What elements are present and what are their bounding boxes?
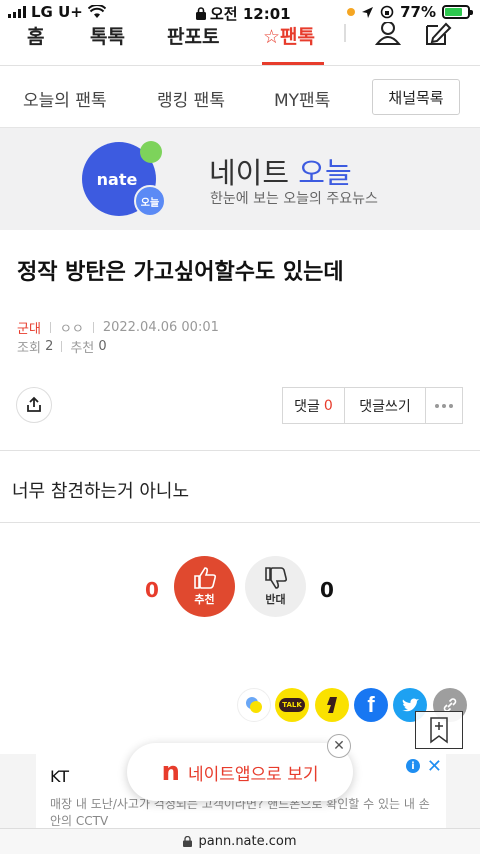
kakao-talk-icon: TALK (279, 698, 305, 712)
article-date: 2022.04.06 00:01 (102, 320, 219, 335)
lock-icon (183, 836, 193, 847)
rotation-lock-icon (380, 5, 394, 19)
comma-icon (327, 697, 337, 713)
comment-actions: 댓글 0 댓글쓰기 (282, 387, 463, 424)
write-icon[interactable] (424, 22, 452, 46)
carrier-label: LG U+ (31, 3, 83, 21)
share-button[interactable] (16, 387, 52, 423)
article-category[interactable]: 군대 (17, 318, 41, 337)
logo-today-badge: 오늘 (134, 185, 166, 217)
kakao-talk-share-button[interactable]: TALK (275, 688, 309, 722)
facebook-share-button[interactable]: f (354, 688, 388, 722)
banner-subtitle: 한눈에 보는 오늘의 주요뉴스 (210, 191, 378, 207)
nav-divider (344, 24, 346, 42)
thumbs-up-icon (193, 567, 216, 589)
article-title: 정작 방탄은 가고싶어할수도 있는데 (17, 260, 344, 285)
article-stats: 조회 2 추천 0 (17, 337, 107, 356)
article-meta: 군대 ㅇㅇ 2022.04.06 00:01 (17, 318, 219, 337)
article-body: 너무 참견하는거 아니노 (12, 481, 190, 502)
bookmark-plus-icon (430, 717, 448, 744)
url-text: pann.nate.com (198, 834, 297, 849)
comment-count: 0 (323, 397, 333, 414)
views-count: 2 (45, 339, 54, 354)
channel-list-button[interactable]: 채널목록 (372, 79, 460, 115)
comments-button[interactable]: 댓글 0 (283, 388, 345, 423)
downvote-label: 반대 (265, 593, 286, 606)
thumbs-down-icon (264, 567, 287, 589)
privacy-indicator-icon (347, 8, 356, 16)
bookmark-add-button[interactable] (415, 711, 463, 749)
tab-home[interactable]: 홈 (27, 22, 44, 49)
upvote-button[interactable]: 추천 (174, 556, 235, 617)
battery-percent: 77% (400, 3, 436, 21)
logo-green-dot (140, 141, 162, 163)
divider (0, 450, 480, 451)
main-nav: 홈 톡톡 판포토 ☆팬톡 (0, 22, 480, 66)
status-bar: LG U+ 오전 12:01 77% (0, 0, 480, 24)
subnav-my-fantalk[interactable]: MY팬톡 (274, 86, 330, 111)
upvote-count: 0 (145, 578, 159, 602)
more-icon (435, 403, 453, 408)
nate-today-logo: nate 오늘 (82, 140, 168, 218)
kakao-page-share-button[interactable] (315, 688, 349, 722)
ad-close-icon[interactable]: ✕ (427, 756, 442, 777)
recommend-count: 0 (98, 339, 107, 354)
subnav-today-fantalk[interactable]: 오늘의 팬톡 (23, 86, 107, 111)
close-app-banner-icon[interactable]: ✕ (327, 734, 351, 758)
signal-icon (8, 6, 26, 18)
ad-title: KT (50, 767, 70, 786)
article-author: ㅇㅇ (59, 322, 84, 337)
divider (0, 522, 480, 523)
open-in-app-button[interactable]: n 네이트앱으로 보기 (127, 743, 353, 801)
subnav-ranking-fantalk[interactable]: 랭킹 팬톡 (157, 86, 225, 111)
banner-title: 네이트 오늘 (209, 156, 352, 190)
downvote-count: 0 (320, 578, 334, 602)
upvote-label: 추천 (194, 593, 215, 606)
lock-icon (196, 7, 206, 20)
kakao-story-share-button[interactable] (237, 688, 271, 722)
write-comment-button[interactable]: 댓글쓰기 (345, 388, 426, 423)
downvote-button[interactable]: 반대 (245, 556, 306, 617)
sub-nav: 오늘의 팬톡 랭킹 팬톡 MY팬톡 채널목록 (0, 66, 480, 128)
url-bar[interactable]: pann.nate.com (0, 828, 480, 854)
location-arrow-icon (362, 6, 374, 18)
facebook-icon: f (367, 692, 375, 717)
user-icon[interactable] (374, 22, 402, 46)
clock: 오전 12:01 (210, 5, 291, 23)
battery-icon (442, 5, 473, 19)
views-label: 조회 (17, 341, 41, 356)
more-options-button[interactable] (426, 388, 462, 423)
open-in-app-label: 네이트앱으로 보기 (187, 764, 319, 785)
recommend-label: 추천 (70, 341, 95, 356)
tab-fan-talk[interactable]: ☆팬톡 (263, 22, 315, 49)
tab-talk[interactable]: 톡톡 (90, 22, 125, 49)
kakao-story-icon (246, 697, 262, 713)
share-icon (27, 396, 41, 412)
active-tab-indicator (262, 62, 324, 65)
tab-pan-photo[interactable]: 판포토 (167, 22, 219, 49)
nate-today-banner[interactable]: nate 오늘 네이트 오늘 한눈에 보는 오늘의 주요뉴스 (0, 128, 480, 230)
nate-n-icon: n (161, 757, 180, 787)
wifi-icon (87, 5, 106, 18)
ad-info-icon[interactable]: i (406, 759, 420, 773)
